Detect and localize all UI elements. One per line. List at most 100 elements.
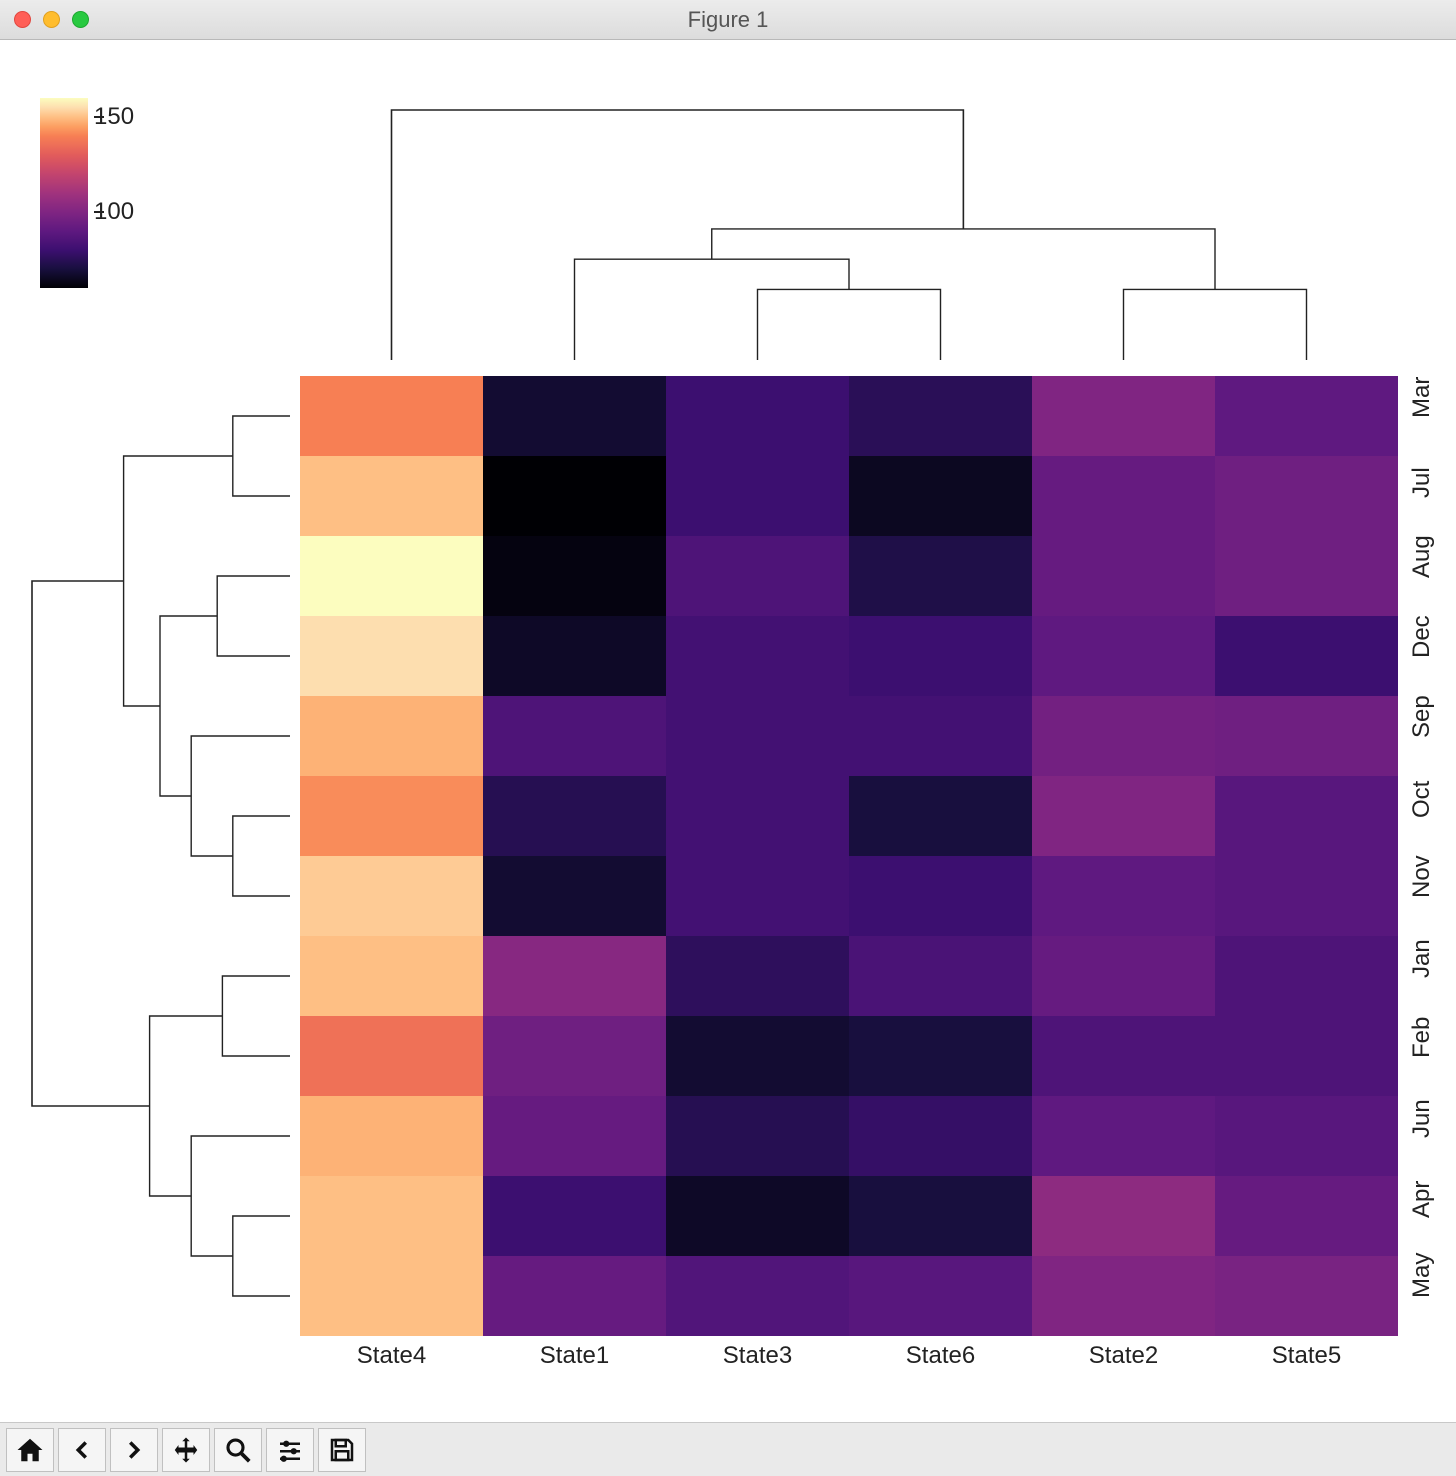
heatmap-cell [1032,376,1215,456]
configure-button[interactable] [266,1428,314,1472]
save-icon [327,1435,357,1465]
colorbar-gradient [40,98,88,288]
heatmap-cell [1215,856,1398,936]
heatmap-cell [849,776,1032,856]
heatmap-cell [483,936,666,1016]
column-axis-labels: State4State1State3State6State2State5 [300,1342,1398,1370]
heatmap-cell [1032,536,1215,616]
row-label: Jun [1408,1099,1436,1138]
row-label: Jan [1408,939,1436,978]
heatmap-cell [666,696,849,776]
heatmap-cell [1215,776,1398,856]
matplotlib-toolbar [0,1422,1456,1476]
heatmap-cell [1215,696,1398,776]
heatmap-cell [666,776,849,856]
column-label: State4 [300,1342,483,1370]
heatmap-cell [300,456,483,536]
heatmap-cell [483,376,666,456]
heatmap-cell [666,536,849,616]
heatmap-cell [483,1096,666,1176]
heatmap-cell [300,776,483,856]
heatmap-cell [849,696,1032,776]
heatmap-cell [483,776,666,856]
row-label: May [1408,1253,1436,1298]
heatmap-cell [666,1016,849,1096]
heatmap-cell [1032,1016,1215,1096]
heatmap-cell [849,856,1032,936]
heatmap-cell [666,1256,849,1336]
save-button[interactable] [318,1428,366,1472]
heatmap-cell [1215,1256,1398,1336]
heatmap-cell [666,616,849,696]
column-label: State2 [1032,1342,1215,1370]
heatmap-cell [483,856,666,936]
heatmap-cell [666,856,849,936]
heatmap-cell [1032,856,1215,936]
heatmap-cell [1215,1016,1398,1096]
dendrogram-left [30,392,290,1320]
heatmap-cell [483,1176,666,1256]
row-label: Nov [1408,855,1436,898]
heatmap-cell [1215,376,1398,456]
heatmap-cell [666,456,849,536]
heatmap-cell [849,616,1032,696]
row-label: Dec [1408,615,1436,658]
heatmap-cell [1215,536,1398,616]
heatmap-cell [483,1016,666,1096]
back-button[interactable] [58,1428,106,1472]
heatmap-cell [849,456,1032,536]
plot-canvas: State4State1State3State6State2State5 Mar J… [0,40,1456,1422]
heatmap-cell [849,1176,1032,1256]
heatmap-cell [1215,1096,1398,1176]
dendrogram-top [386,108,1392,360]
heatmap-cell [1032,936,1215,1016]
heatmap-cell [300,1256,483,1336]
forward-button[interactable] [110,1428,158,1472]
column-label: State1 [483,1342,666,1370]
sliders-icon [275,1435,305,1465]
heatmap-cell [666,1176,849,1256]
heatmap-cell [1032,776,1215,856]
heatmap-cell [300,376,483,456]
heatmap-cell [666,376,849,456]
heatmap-cell [1215,616,1398,696]
heatmap-cell [300,536,483,616]
row-label: Apr [1408,1181,1436,1218]
heatmap-cell [1032,1096,1215,1176]
heatmap-cell [300,1096,483,1176]
heatmap-cell [300,1176,483,1256]
row-label: Sep [1408,695,1436,738]
row-label: Mar [1408,377,1436,418]
colorbar: 100150 [40,98,88,288]
heatmap-cell [1032,1256,1215,1336]
row-label: Oct [1408,781,1436,818]
titlebar: Figure 1 [0,0,1456,40]
heatmap [300,376,1398,1336]
heatmap-cell [483,536,666,616]
heatmap-cell [483,1256,666,1336]
heatmap-cell [849,936,1032,1016]
heatmap-cell [483,616,666,696]
heatmap-cell [300,856,483,936]
figure-window: Figure 1 State4State1State3State6State2S… [0,0,1456,1476]
heatmap-cell [300,936,483,1016]
move-icon [171,1435,201,1465]
heatmap-cell [1032,696,1215,776]
window-title: Figure 1 [0,7,1456,33]
pan-button[interactable] [162,1428,210,1472]
heatmap-cell [300,616,483,696]
heatmap-cell [849,376,1032,456]
heatmap-cell [1215,456,1398,536]
left-arrow-icon [67,1435,97,1465]
row-label: Jul [1408,467,1436,498]
column-label: State6 [849,1342,1032,1370]
zoom-button[interactable] [214,1428,262,1472]
heatmap-cell [666,936,849,1016]
heatmap-cell [483,456,666,536]
heatmap-cell [483,696,666,776]
row-label: Aug [1408,535,1436,578]
column-label: State3 [666,1342,849,1370]
heatmap-cell [1215,936,1398,1016]
home-button[interactable] [6,1428,54,1472]
heatmap-cell [1032,1176,1215,1256]
